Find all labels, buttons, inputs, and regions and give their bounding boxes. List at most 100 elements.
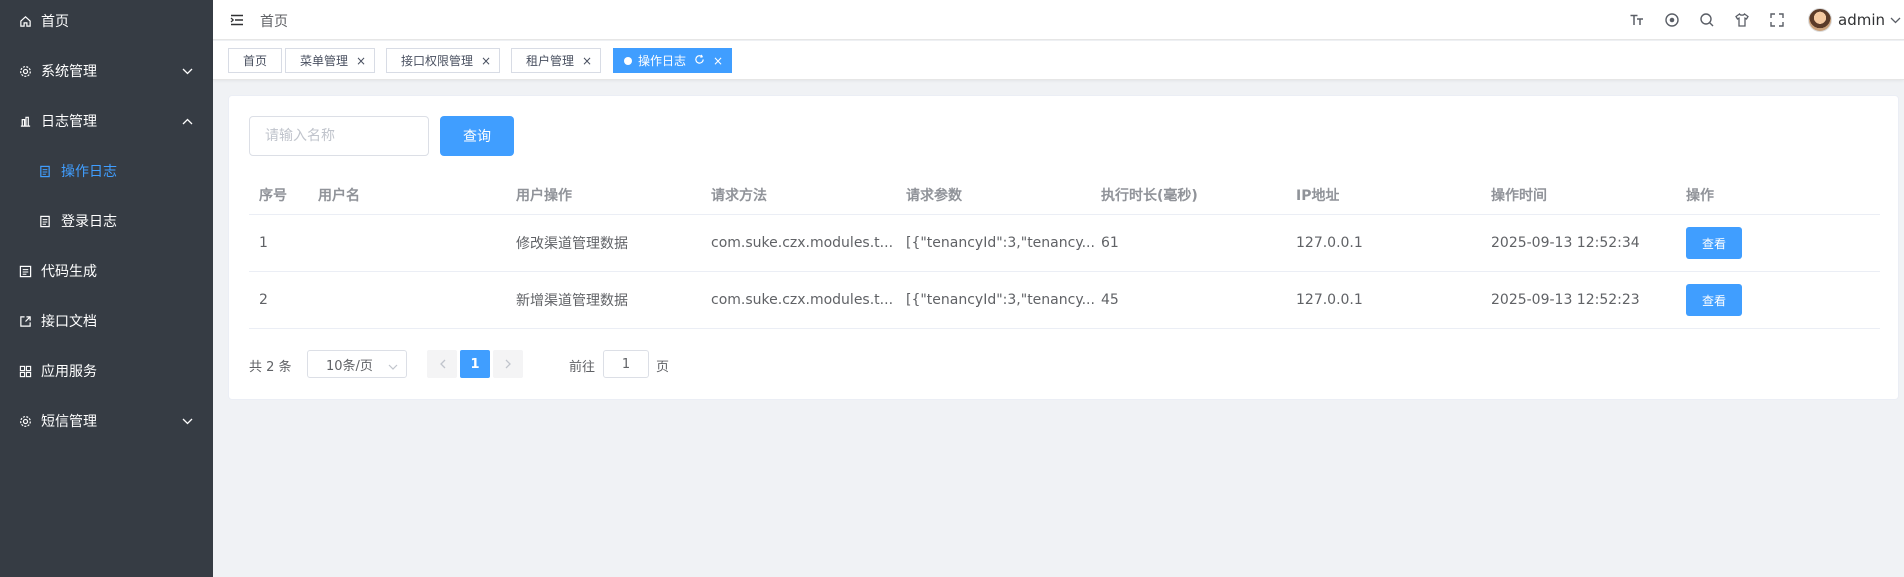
gear-icon [18,64,32,78]
close-icon[interactable]: × [713,55,723,67]
sidebar-item-system[interactable]: 系统管理 [0,46,213,96]
refresh-icon[interactable] [694,54,705,68]
chart-icon [18,114,32,128]
tag-label: 首页 [243,54,268,68]
tag-label: 接口权限管理 [401,54,474,68]
document-icon [38,164,52,178]
column-header: 序号 [259,187,287,204]
sidebar-item-operation-log[interactable]: 操作日志 [0,146,213,196]
chevron-up-icon [181,115,193,127]
cell-action: 查看 [1686,215,1742,271]
apps-icon [18,364,32,378]
chevron-down-icon [181,415,193,427]
gear-icon [18,414,32,428]
external-doc-icon [18,314,32,328]
view-button[interactable]: 查看 [1686,227,1742,259]
tag-label: 操作日志 [638,54,687,68]
column-header: 用户操作 [516,187,572,204]
tags-view: 首页 菜单管理 × 接口权限管理 × 租户管理 × 操作日志 × [213,41,1904,80]
tag-home[interactable]: 首页 [228,48,283,73]
cell-params: [{"tenancyId":3,"tenancy... [906,292,1095,308]
cell-ip: 127.0.0.1 [1296,235,1363,251]
font-size-icon[interactable] [1628,11,1646,29]
theme-shirt-icon[interactable] [1733,11,1751,29]
sidebar-item-label: 首页 [41,14,69,30]
sidebar-item-codegen[interactable]: 代码生成 [0,246,213,296]
page-suffix-label: 页 [656,360,670,375]
log-table: 序号 用户名 用户操作 请求方法 请求参数 执行时长(毫秒) IP地址 操作时间… [249,175,1880,329]
next-page-button[interactable] [493,350,523,378]
cell-params: [{"tenancyId":3,"tenancy... [906,235,1095,251]
table-row: 2 新增渠道管理数据 com.suke.czx.modules.t... [{"… [249,272,1880,329]
target-icon[interactable] [1663,11,1681,29]
sidebar-item-label: 短信管理 [41,414,97,430]
cell-operation: 新增渠道管理数据 [516,293,628,309]
prev-page-button[interactable] [427,350,457,378]
sidebar-item-label: 系统管理 [41,64,97,80]
column-header: 请求方法 [711,187,767,204]
tag-menu-management[interactable]: 菜单管理 × [285,48,376,73]
goto-label: 前往 [569,360,596,375]
column-header: IP地址 [1296,187,1340,204]
cell-time: 2025-09-13 12:52:23 [1491,292,1640,308]
sidebar-item-sms[interactable]: 短信管理 [0,396,213,446]
tag-operation-log[interactable]: 操作日志 × [613,48,733,73]
sidebar-item-app-services[interactable]: 应用服务 [0,346,213,396]
tag-label: 租户管理 [526,54,575,68]
goto-page-input[interactable] [603,350,649,378]
sidebar-item-label: 代码生成 [41,264,97,280]
column-header: 操作 [1686,187,1714,204]
sidebar-item-home[interactable]: 首页 [0,0,213,46]
hamburger-icon[interactable] [230,13,244,27]
chevron-down-icon [388,359,398,374]
sidebar-item-label: 日志管理 [41,114,97,130]
column-header: 用户名 [318,187,360,204]
page-size-select[interactable]: 10条/页 [307,350,407,378]
user-name: admin [1838,11,1885,29]
pagination-total: 共 2 条 [249,360,292,375]
cell-duration: 45 [1101,292,1119,308]
column-header: 请求参数 [906,187,962,204]
column-header: 操作时间 [1491,187,1547,204]
close-icon[interactable]: × [481,55,491,67]
chevron-down-icon [181,65,193,77]
column-header: 执行时长(毫秒) [1101,187,1198,204]
breadcrumb[interactable]: 首页 [260,11,288,31]
cell-index: 1 [259,235,268,251]
sidebar-item-label: 登录日志 [61,214,117,230]
fullscreen-icon[interactable] [1768,11,1786,29]
query-button[interactable]: 查询 [440,116,514,156]
cell-action: 查看 [1686,272,1742,328]
page-number-button[interactable]: 1 [460,350,490,378]
log-card: 查询 序号 用户名 用户操作 请求方法 请求参数 执行时长(毫秒) IP地址 操… [228,95,1899,400]
sidebar: 首页 系统管理 日志管理 操作日志 登录日志 代码生成 接口文档 应用服务 短信… [0,0,213,577]
table-header-row: 序号 用户名 用户操作 请求方法 请求参数 执行时长(毫秒) IP地址 操作时间… [249,175,1880,215]
cell-operation: 修改渠道管理数据 [516,236,628,252]
search-input[interactable] [249,116,429,156]
chevron-down-icon [1890,12,1901,28]
sidebar-item-label: 接口文档 [41,314,97,330]
active-dot-icon [624,56,632,65]
close-icon[interactable]: × [356,55,366,67]
table-row: 1 修改渠道管理数据 com.suke.czx.modules.t... [{"… [249,215,1880,272]
avatar [1808,8,1832,32]
cell-index: 2 [259,292,268,308]
page-size-value: 10条/页 [326,358,373,374]
home-icon [18,14,32,28]
view-button[interactable]: 查看 [1686,284,1742,316]
tag-tenant-management[interactable]: 租户管理 × [511,48,602,73]
cell-ip: 127.0.0.1 [1296,292,1363,308]
cell-method: com.suke.czx.modules.t... [711,292,894,308]
sidebar-item-label: 操作日志 [61,164,117,180]
search-icon[interactable] [1698,11,1716,29]
sidebar-item-log[interactable]: 日志管理 [0,96,213,146]
sidebar-item-login-log[interactable]: 登录日志 [0,196,213,246]
document-icon [38,214,52,228]
tag-api-permission[interactable]: 接口权限管理 × [386,48,501,73]
tag-label: 菜单管理 [300,54,349,68]
close-icon[interactable]: × [582,55,592,67]
user-menu[interactable]: admin [1808,7,1901,33]
cell-duration: 61 [1101,235,1119,251]
sidebar-item-api-docs[interactable]: 接口文档 [0,296,213,346]
cell-time: 2025-09-13 12:52:34 [1491,235,1640,251]
